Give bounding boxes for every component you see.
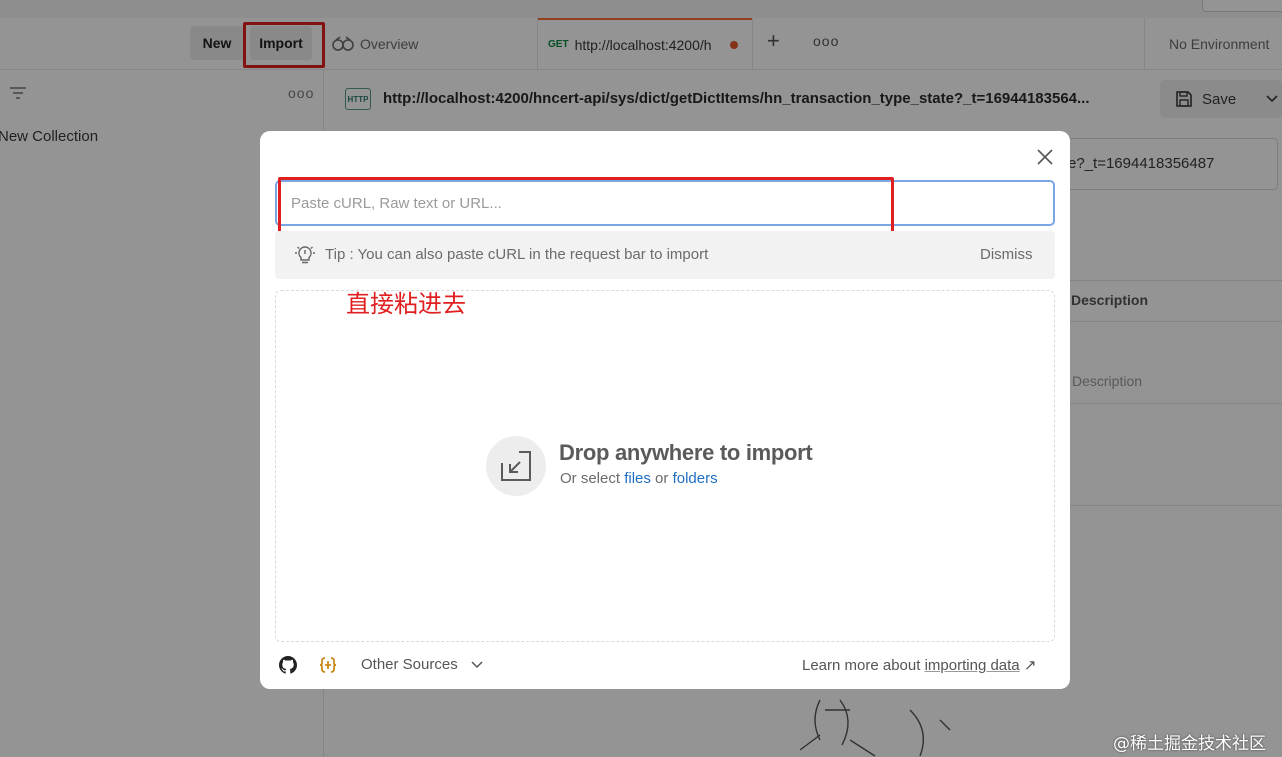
github-icon[interactable] [279, 656, 297, 674]
learn-more-prefix: Learn more about [802, 657, 921, 674]
drop-sub-prefix: Or select [560, 470, 621, 487]
drop-title: Drop anywhere to import [559, 440, 813, 465]
swagger-icon[interactable] [319, 656, 337, 674]
learn-more: Learn more about importing data ↗ [802, 656, 1036, 674]
or-text: or [655, 470, 669, 487]
chevron-down-icon [471, 660, 483, 668]
external-link-icon: ↗ [1023, 657, 1037, 674]
other-sources-label: Other Sources [361, 656, 458, 673]
import-arrow-icon [486, 436, 546, 496]
files-link[interactable]: files [624, 470, 651, 487]
dismiss-button[interactable]: Dismiss [980, 246, 1033, 263]
drop-zone[interactable] [275, 290, 1055, 642]
importing-data-link[interactable]: importing data [925, 657, 1020, 674]
tip-text: Tip : You can also paste cURL in the req… [325, 246, 709, 263]
folders-link[interactable]: folders [673, 470, 718, 487]
annotation-text: 直接粘进去 [346, 290, 466, 318]
lightbulb-icon [295, 246, 315, 264]
other-sources-dropdown[interactable]: Other Sources [361, 656, 484, 673]
watermark: @稀土掘金技术社区 [1113, 734, 1266, 754]
close-icon[interactable] [1034, 146, 1056, 168]
drop-subtitle: Or select files or folders [560, 470, 718, 487]
